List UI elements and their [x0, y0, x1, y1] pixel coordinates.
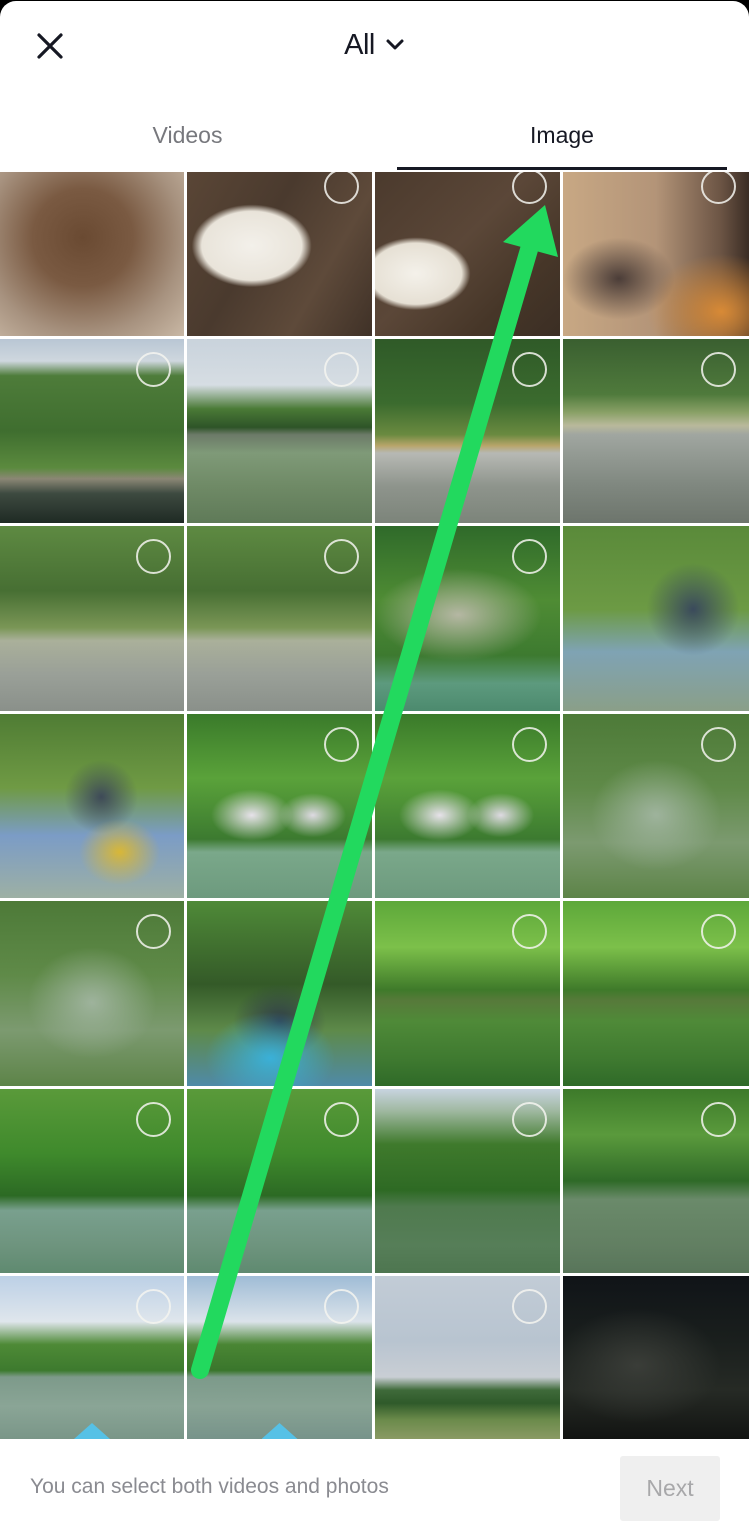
album-selector[interactable]: All [315, 25, 435, 65]
media-thumbnail[interactable] [563, 901, 749, 1086]
select-checkbox[interactable] [512, 914, 547, 949]
select-checkbox[interactable] [324, 539, 359, 574]
media-thumbnail[interactable] [187, 1276, 372, 1439]
footer-bar: You can select both videos and photos Ne… [0, 1439, 749, 1535]
media-thumbnail[interactable] [375, 339, 560, 523]
media-thumbnail[interactable] [375, 901, 560, 1086]
media-thumbnail[interactable] [563, 1276, 749, 1439]
media-thumbnail[interactable] [0, 901, 184, 1086]
media-thumbnail[interactable] [563, 1089, 749, 1273]
select-checkbox[interactable] [512, 172, 547, 204]
media-thumbnail[interactable] [187, 714, 372, 898]
media-thumbnail[interactable] [0, 1089, 184, 1273]
select-checkbox[interactable] [512, 352, 547, 387]
media-thumbnail[interactable] [0, 714, 184, 898]
kayak-bow [74, 1423, 110, 1439]
media-thumbnail[interactable] [375, 1276, 560, 1439]
select-checkbox[interactable] [324, 352, 359, 387]
header: All [0, 1, 749, 91]
media-thumbnail[interactable] [563, 172, 749, 336]
select-checkbox[interactable] [324, 1102, 359, 1137]
select-checkbox[interactable] [512, 1289, 547, 1324]
active-tab-indicator [397, 167, 727, 170]
chevron-down-icon [386, 39, 404, 50]
select-checkbox[interactable] [701, 172, 736, 204]
select-checkbox[interactable] [701, 727, 736, 762]
close-icon [37, 33, 63, 59]
selection-hint: You can select both videos and photos [30, 1475, 389, 1498]
select-checkbox[interactable] [324, 172, 359, 204]
media-thumbnail[interactable] [563, 526, 749, 711]
media-thumbnail[interactable] [563, 714, 749, 898]
media-thumbnail[interactable] [187, 339, 372, 523]
select-checkbox[interactable] [136, 1102, 171, 1137]
select-checkbox[interactable] [512, 1102, 547, 1137]
select-checkbox[interactable] [324, 727, 359, 762]
media-thumbnail[interactable] [375, 1089, 560, 1273]
select-checkbox[interactable] [701, 1102, 736, 1137]
select-checkbox[interactable] [701, 352, 736, 387]
media-thumbnail[interactable] [0, 1276, 184, 1439]
kayak-bow [261, 1423, 298, 1439]
select-checkbox[interactable] [512, 727, 547, 762]
media-thumbnail[interactable] [375, 714, 560, 898]
select-checkbox[interactable] [512, 539, 547, 574]
media-thumbnail[interactable] [0, 172, 184, 336]
close-button[interactable] [30, 27, 70, 65]
select-checkbox[interactable] [136, 914, 171, 949]
media-thumbnail[interactable] [187, 1089, 372, 1273]
tab-image[interactable]: Image [397, 101, 727, 169]
media-thumbnail[interactable] [375, 172, 560, 336]
media-picker-sheet: All Videos Image You can select both vid… [0, 1, 749, 1535]
media-thumbnail[interactable] [375, 526, 560, 711]
next-button[interactable]: Next [620, 1456, 720, 1521]
select-checkbox[interactable] [701, 914, 736, 949]
media-thumbnail[interactable] [187, 172, 372, 336]
media-type-tabs: Videos Image [0, 101, 749, 171]
media-thumbnail[interactable] [0, 526, 184, 711]
album-label: All [344, 28, 375, 61]
select-checkbox[interactable] [136, 539, 171, 574]
select-checkbox[interactable] [324, 1289, 359, 1324]
media-grid [0, 171, 749, 1439]
tab-videos[interactable]: Videos [0, 101, 375, 169]
select-checkbox[interactable] [136, 352, 171, 387]
media-thumbnail[interactable] [187, 526, 372, 711]
media-thumbnail[interactable] [563, 339, 749, 523]
select-checkbox[interactable] [136, 1289, 171, 1324]
media-thumbnail[interactable] [187, 901, 372, 1086]
media-thumbnail[interactable] [0, 339, 184, 523]
